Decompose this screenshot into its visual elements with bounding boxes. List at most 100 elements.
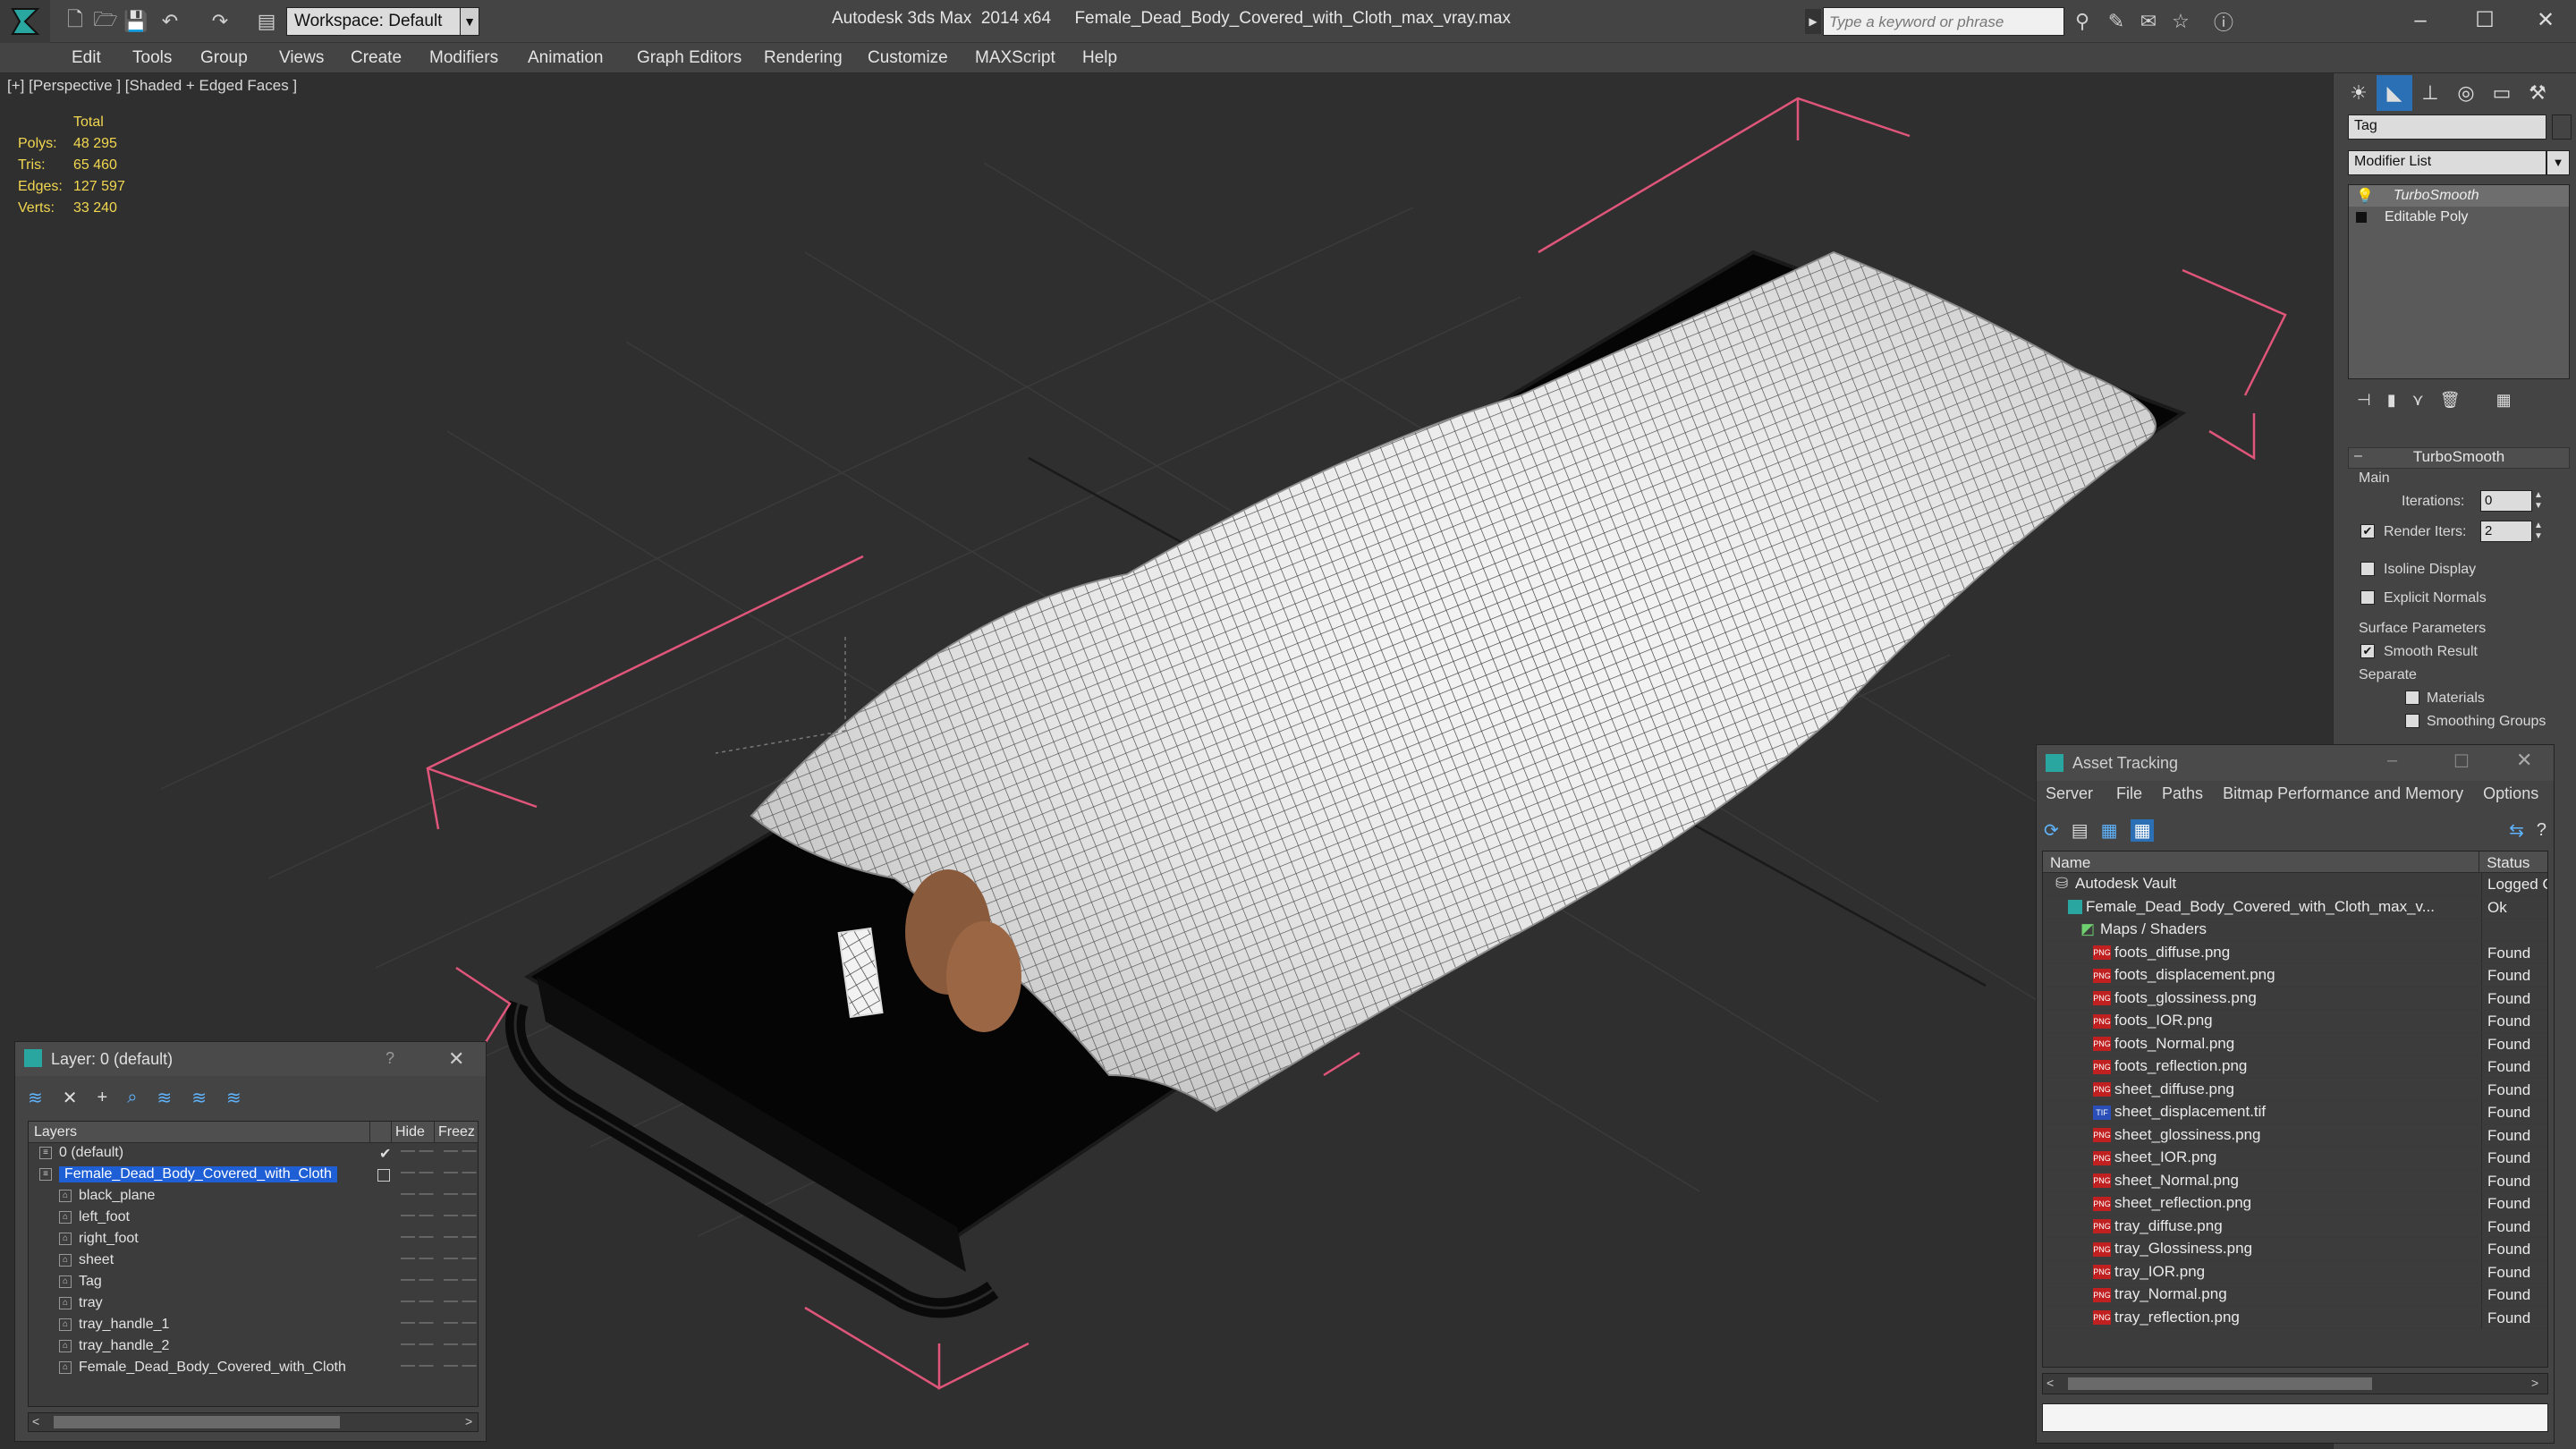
menu-animation[interactable]: Animation [528, 43, 604, 73]
layer-row[interactable]: ⌂ black_plane — — — — [29, 1186, 478, 1208]
layer-list[interactable]: Layers Hide Freez ≡ 0 (default) ✔ — — — — ≡ Fe… [28, 1121, 479, 1407]
display-tab-icon[interactable]: ▭ [2484, 75, 2520, 111]
asset-row[interactable]: PNG sheet_Normal.png Found [2043, 1169, 2547, 1192]
layer-name[interactable]: right_foot [79, 1231, 139, 1247]
asset-row[interactable]: ◩ Maps / Shaders [2043, 919, 2547, 942]
horizontal-scrollbar[interactable]: < > [28, 1412, 479, 1432]
asset-row[interactable]: PNG tray_reflection.png Found [2043, 1306, 2547, 1329]
hide-toggle-icon[interactable]: — — [401, 1272, 433, 1288]
freeze-toggle-icon[interactable]: — — [444, 1315, 476, 1331]
hide-all-layers-icon[interactable]: ≋ [191, 1087, 207, 1109]
current-layer-check-icon[interactable]: ✔ [379, 1145, 391, 1163]
asset-table[interactable]: Name Status ⛁ Autodesk Vault Logged Ou Fema… [2042, 851, 2548, 1368]
expand-icon[interactable] [2356, 212, 2367, 223]
smooth-result-checkbox[interactable]: ✔ [2360, 644, 2375, 658]
new-file-icon[interactable]: 🗋 [63, 8, 88, 34]
minimize-button[interactable]: – [2387, 750, 2397, 771]
layer-row[interactable]: ⌂ sheet — — — — [29, 1250, 478, 1272]
menu-tools[interactable]: Tools [132, 43, 172, 73]
freeze-toggle-icon[interactable]: — — [444, 1186, 476, 1202]
asset-row[interactable]: PNG foots_diffuse.png Found [2043, 941, 2547, 964]
freeze-toggle-icon[interactable]: — — [444, 1358, 476, 1374]
add-to-layer-icon[interactable]: + [97, 1088, 108, 1108]
scroll-right-icon[interactable]: > [465, 1414, 472, 1428]
isoline-checkbox[interactable] [2360, 562, 2375, 576]
close-button[interactable]: ✕ [448, 1047, 464, 1071]
asset-row[interactable]: ⛁ Autodesk Vault Logged Ou [2043, 873, 2547, 896]
asset-row[interactable]: PNG sheet_IOR.png Found [2043, 1147, 2547, 1170]
asset-row[interactable]: PNG foots_Normal.png Found [2043, 1032, 2547, 1055]
highlight-layer-icon[interactable]: ≋ [157, 1087, 172, 1109]
menu-file[interactable]: File [2116, 784, 2142, 811]
lightbulb-icon[interactable]: 💡 [2356, 187, 2374, 205]
maximize-button[interactable]: ☐ [2453, 750, 2470, 773]
project-folder-icon[interactable]: ▤ [254, 9, 279, 34]
freeze-toggle-icon[interactable]: — — [444, 1229, 476, 1245]
hide-toggle-icon[interactable]: — — [401, 1143, 433, 1159]
col-layers[interactable]: Layers [29, 1122, 370, 1142]
hide-toggle-icon[interactable]: — — [401, 1315, 433, 1331]
layer-name[interactable]: black_plane [79, 1188, 155, 1204]
scroll-left-icon[interactable]: < [2046, 1376, 2054, 1390]
layer-row[interactable]: ≡ 0 (default) ✔ — — — — [29, 1143, 478, 1165]
menu-edit[interactable]: Edit [72, 43, 101, 73]
communication-icon[interactable]: ✉ [2136, 9, 2161, 34]
layer-name[interactable]: Female_Dead_Body_Covered_with_Cloth [79, 1360, 346, 1376]
close-button[interactable]: ✕ [2516, 749, 2532, 772]
asset-row[interactable]: PNG sheet_glossiness.png Found [2043, 1123, 2547, 1147]
menu-modifiers[interactable]: Modifiers [429, 43, 498, 73]
asset-row[interactable]: PNG tray_IOR.png Found [2043, 1260, 2547, 1284]
hide-toggle-icon[interactable]: — — [401, 1250, 433, 1267]
menu-options[interactable]: Options [2483, 784, 2538, 811]
layer-name[interactable]: Female_Dead_Body_Covered_with_Cloth [59, 1166, 337, 1182]
hide-toggle-icon[interactable]: — — [401, 1186, 433, 1202]
layer-row[interactable]: ⌂ left_foot — — — — [29, 1208, 478, 1229]
layer-row[interactable]: ⌂ Tag — — — — [29, 1272, 478, 1293]
hide-toggle-icon[interactable]: — — [401, 1165, 433, 1181]
iterations-spinner[interactable]: 0 [2480, 490, 2532, 512]
layer-name[interactable]: sheet [79, 1252, 114, 1268]
layer-row[interactable]: ⌂ tray — — — — [29, 1293, 478, 1315]
remove-modifier-icon[interactable]: 🗑 [2440, 391, 2461, 410]
collapse-icon[interactable]: – [2354, 448, 2362, 464]
minimize-button[interactable]: – [2394, 4, 2447, 38]
modifier-list-dropdown[interactable]: Modifier List [2348, 150, 2546, 175]
hide-toggle-icon[interactable]: — — [401, 1336, 433, 1352]
configure-sets-icon[interactable]: ▦ [2496, 391, 2512, 410]
menu-group[interactable]: Group [200, 43, 248, 73]
freeze-toggle-icon[interactable]: — — [444, 1336, 476, 1352]
menu-views[interactable]: Views [279, 43, 324, 73]
smoothing-groups-checkbox[interactable] [2405, 714, 2419, 728]
layer-row[interactable]: ⌂ tray_handle_2 — — — — [29, 1336, 478, 1358]
help-icon[interactable]: ? [2537, 820, 2546, 841]
menu-paths[interactable]: Paths [2162, 784, 2203, 811]
make-unique-icon[interactable]: ⋎ [2412, 391, 2424, 410]
asset-row[interactable]: PNG foots_IOR.png Found [2043, 1010, 2547, 1033]
menu-graph-editors[interactable]: Graph Editors [637, 43, 741, 73]
asset-row[interactable]: Female_Dead_Body_Covered_with_Cloth_max_… [2043, 895, 2547, 919]
subscription-icon[interactable]: ✎ [2104, 9, 2129, 34]
menu-customize[interactable]: Customize [868, 43, 948, 73]
vault-login-icon[interactable]: ⇆ [2509, 819, 2524, 842]
utilities-tab-icon[interactable]: ⚒ [2520, 75, 2555, 111]
menu-bitmap-performance[interactable]: Bitmap Performance and Memory [2223, 784, 2463, 811]
spinner-arrows-icon[interactable]: ▲ ▼ [2534, 490, 2543, 512]
layer-name[interactable]: tray_handle_1 [79, 1317, 169, 1333]
layer-name[interactable]: tray_handle_2 [79, 1338, 169, 1354]
app-logo-icon[interactable] [0, 0, 50, 43]
search-input[interactable]: Type a keyword or phrase [1823, 7, 2064, 36]
spinner-arrows-icon[interactable]: ▲ ▼ [2534, 521, 2543, 542]
asset-row[interactable]: PNG foots_reflection.png Found [2043, 1055, 2547, 1079]
col-hide[interactable]: Hide [392, 1122, 435, 1142]
menu-create[interactable]: Create [351, 43, 402, 73]
materials-checkbox[interactable] [2405, 691, 2419, 705]
open-file-icon[interactable]: 🗁 [93, 8, 118, 34]
freeze-toggle-icon[interactable]: — — [444, 1250, 476, 1267]
asset-path-field[interactable] [2042, 1403, 2548, 1432]
asset-row[interactable]: PNG foots_displacement.png Found [2043, 964, 2547, 987]
table-view-icon[interactable]: ▦ [2130, 818, 2155, 842]
show-end-result-icon[interactable]: ▮ [2387, 391, 2396, 410]
hide-toggle-icon[interactable]: — — [401, 1293, 433, 1309]
layer-name[interactable]: 0 (default) [59, 1145, 123, 1161]
layer-name[interactable]: left_foot [79, 1209, 130, 1225]
